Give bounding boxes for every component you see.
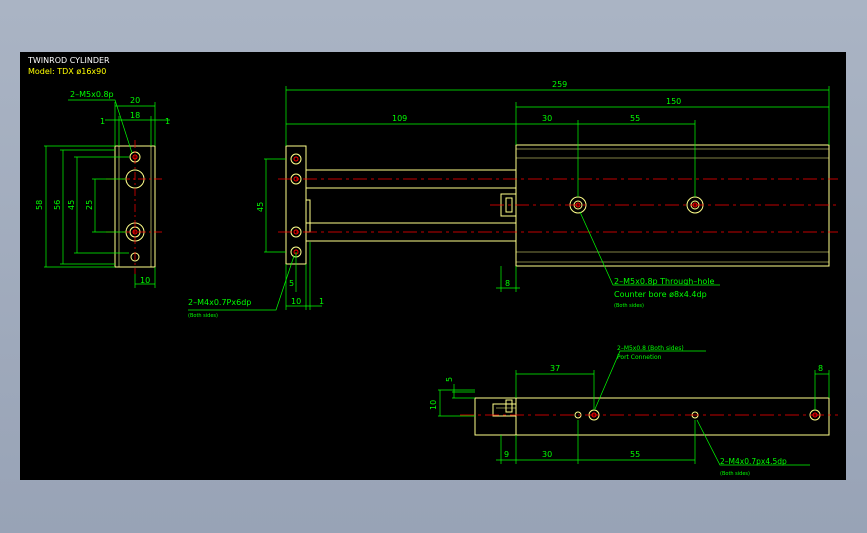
cad-drawing: TWINROD CYLINDER Model: TDX ø16x90 2–M5x… <box>20 52 846 480</box>
end-dim-inner: 18 <box>130 111 140 120</box>
front-dim-10: 10 <box>291 297 301 306</box>
bottom-callout-bottom: 2–M4x0.7px4.5dp <box>720 457 787 466</box>
bottom-dim-30: 30 <box>542 450 552 459</box>
front-dim-5: 5 <box>289 279 294 288</box>
drawing-canvas: TWINROD CYLINDER Model: TDX ø16x90 2–M5x… <box>27 56 838 477</box>
bottom-dim-8: 8 <box>818 364 823 373</box>
end-dim-10: 10 <box>140 276 150 285</box>
end-dim-width: 20 <box>130 96 140 105</box>
front-dim-total: 259 <box>552 80 567 89</box>
bottom-callout-top: 2–M5x0.8 (Both sides) <box>617 345 684 352</box>
bottom-dim-37: 37 <box>550 364 560 373</box>
title-line2: Model: TDX ø16x90 <box>28 67 106 76</box>
front-callout-left-note: (Both sides) <box>188 313 218 319</box>
bottom-dim-5: 5 <box>445 377 454 382</box>
end-view: 2–M5x0.8p 20 1 18 1 58 56 45 25 10 <box>35 90 170 288</box>
title-line1: TWINROD CYLINDER <box>27 56 110 65</box>
front-dim-1: 1 <box>319 297 324 306</box>
bottom-dim-55: 55 <box>630 450 640 459</box>
front-dim-45: 45 <box>256 202 265 212</box>
front-dim-30: 30 <box>542 114 552 123</box>
bottom-dim-10: 10 <box>429 400 438 410</box>
front-view: 259 150 109 30 55 45 5 10 1 8 2–M4x0.7Px… <box>188 80 838 319</box>
front-body <box>515 144 830 267</box>
end-callout: 2–M5x0.8p <box>70 90 114 99</box>
front-dim-55: 55 <box>630 114 640 123</box>
front-dim-8: 8 <box>505 279 510 288</box>
end-dim-right: 1 <box>165 117 170 126</box>
end-dim-58: 58 <box>35 200 44 210</box>
bottom-view: 37 8 5 10 9 30 55 2–M5x0.8 (Both sides) … <box>429 345 838 477</box>
bottom-callout-bottom-note: (Both sides) <box>720 471 750 477</box>
front-callout-right: 2–M5x0.8p Through–hole <box>614 277 715 286</box>
bottom-body <box>515 397 830 436</box>
end-dim-25: 25 <box>85 200 94 210</box>
front-callout-right-note: (Both sides) <box>614 303 644 309</box>
bottom-dim-9: 9 <box>504 450 509 459</box>
end-dim-56: 56 <box>53 200 62 210</box>
front-callout-right-2: Counter bore ø8x4.4dp <box>614 290 707 299</box>
front-dim-109: 109 <box>392 114 407 123</box>
bottom-callout-top-2: Port Connetion <box>617 354 662 361</box>
front-callout-left: 2–M4x0.7Px6dp <box>188 298 251 307</box>
end-dim-left: 1 <box>100 117 105 126</box>
front-dim-150: 150 <box>666 97 681 106</box>
end-dim-45: 45 <box>67 200 76 210</box>
